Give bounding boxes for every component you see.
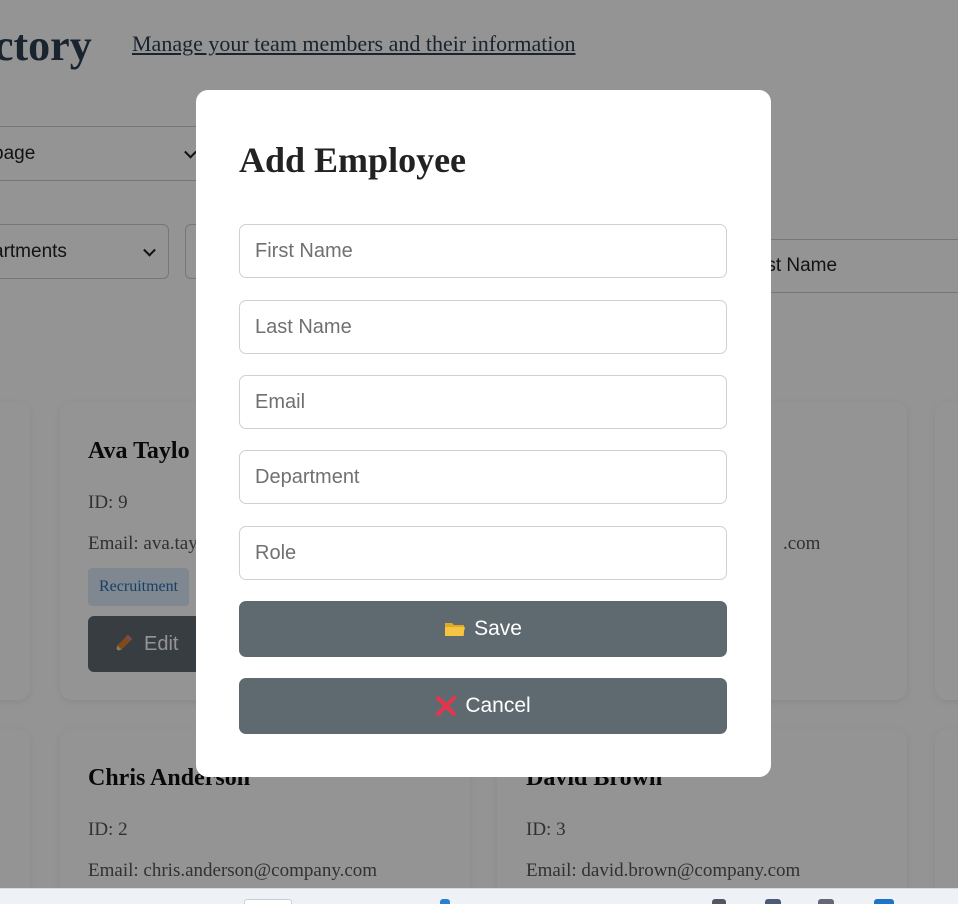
department-field[interactable]	[239, 450, 727, 504]
cancel-button-label: Cancel	[465, 694, 531, 717]
taskbar-app-icon[interactable]	[765, 899, 781, 904]
last-name-field[interactable]	[239, 300, 727, 354]
first-name-field[interactable]	[239, 224, 727, 278]
save-button-label: Save	[474, 617, 522, 640]
cross-mark-icon	[435, 695, 457, 717]
taskbar-app-icon[interactable]	[440, 899, 450, 904]
taskbar-app-icon[interactable]	[874, 899, 894, 904]
save-button[interactable]: Save	[239, 601, 727, 657]
email-field[interactable]	[239, 375, 727, 429]
os-taskbar	[0, 888, 958, 904]
taskbar-app-icon[interactable]	[712, 899, 726, 904]
taskbar-app-icon[interactable]	[818, 899, 834, 904]
folder-icon	[444, 620, 466, 638]
cancel-button[interactable]: Cancel	[239, 678, 727, 734]
role-field[interactable]	[239, 526, 727, 580]
modal-title: Add Employee	[239, 140, 467, 180]
taskbar-app-icon[interactable]	[244, 899, 292, 904]
add-employee-modal: Add Employee Save Cancel	[196, 90, 771, 777]
